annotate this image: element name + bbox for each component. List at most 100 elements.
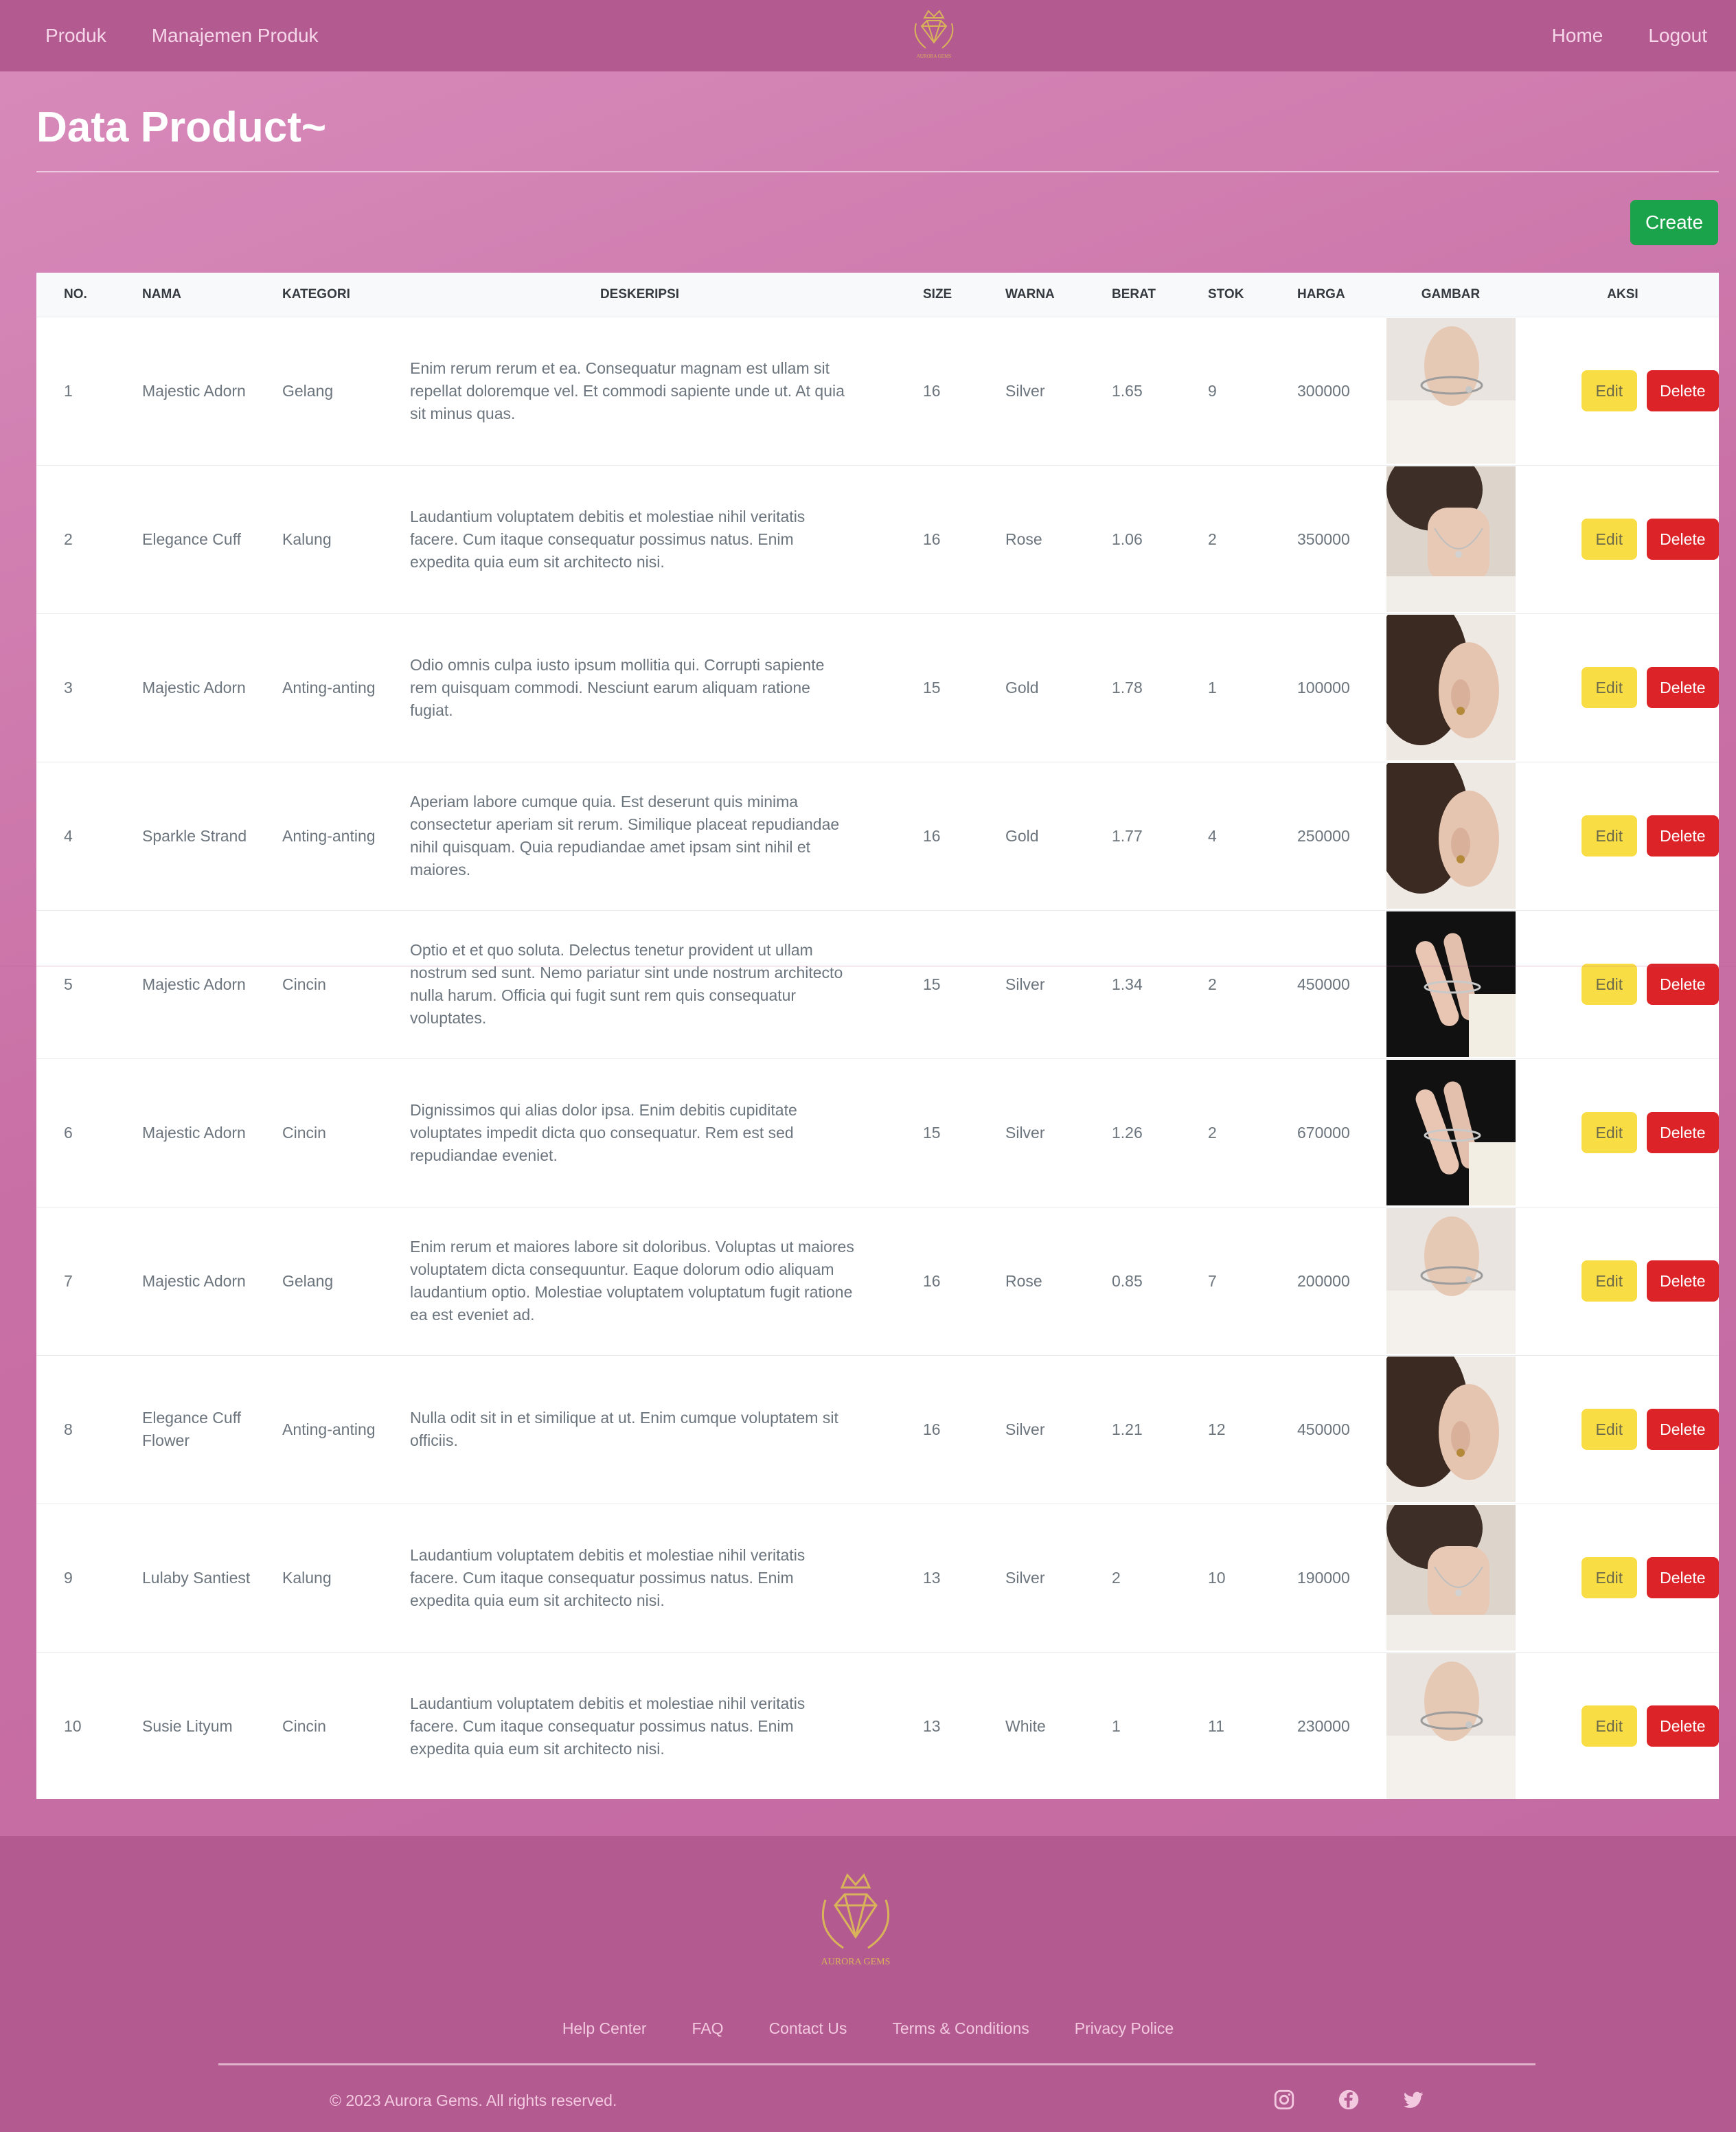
brand-logo-text: AURORA GEMS [917,54,951,59]
header-warna: WARNA [1005,286,1055,302]
delete-button[interactable]: Delete [1646,667,1719,708]
footer-link-privacy[interactable]: Privacy Police [1075,2019,1174,2038]
facebook-icon[interactable] [1337,2088,1360,2111]
edit-button[interactable]: Edit [1581,1112,1637,1153]
cell-deskripsi: Aperiam labore cumque quia. Est deserunt… [410,793,840,878]
cell-kategori: Kalung [282,530,332,548]
nav-left-group: Produk Manajemen Produk [45,0,319,71]
header-deskripsi: DESKERIPSI [599,286,680,302]
delete-button[interactable]: Delete [1646,370,1719,411]
row-actions: Edit Delete [1554,370,1719,411]
cell-deskripsi: Laudantium voluptatem debitis et molesti… [410,1694,806,1758]
edit-button[interactable]: Edit [1581,519,1637,560]
row-actions: Edit Delete [1554,1260,1719,1302]
brand-logo[interactable]: AURORA GEMS [905,3,963,66]
cell-kategori: Cincin [282,975,326,993]
header-size: SIZE [923,286,952,302]
edit-button[interactable]: Edit [1581,370,1637,411]
delete-button[interactable]: Delete [1646,1260,1719,1302]
cell-nama: Majestic Adorn [142,381,246,400]
edit-button[interactable]: Edit [1581,1409,1637,1450]
cell-nama: Majestic Adorn [142,678,246,696]
cell-size: 15 [923,678,941,696]
delete-button[interactable]: Delete [1646,1705,1719,1747]
product-image [1386,1487,1516,1651]
cell-gambar [1375,317,1527,465]
cell-stok: 2 [1208,530,1217,548]
header-harga: HARGA [1297,286,1345,302]
footer-link-faq[interactable]: FAQ [692,2019,724,2038]
cell-gambar [1375,1058,1527,1207]
cell-nama: Susie Lityum [142,1716,233,1735]
header-no: NO. [64,286,87,302]
table-row: 1 Majestic Adorn Gelang Enim rerum rerum et… [36,317,1719,465]
cell-kategori: Gelang [282,1271,334,1290]
cell-deskripsi: Enim rerum et maiores labore sit dolorib… [410,1238,854,1324]
cell-nama: Majestic Adorn [142,975,246,993]
cell-kategori: Kalung [282,1568,332,1587]
delete-button[interactable]: Delete [1646,964,1719,1005]
nav-link-logout[interactable]: Logout [1648,25,1707,47]
instagram-icon[interactable] [1272,2088,1296,2111]
create-button[interactable]: Create [1630,200,1718,245]
delete-button[interactable]: Delete [1646,815,1719,857]
cell-deskripsi: Laudantium voluptatem debitis et molesti… [410,1545,806,1609]
cell-kategori: Cincin [282,1716,326,1735]
edit-button[interactable]: Edit [1581,1557,1637,1598]
cell-nama: Majestic Adorn [142,1271,246,1290]
footer-link-help-center[interactable]: Help Center [562,2019,647,2038]
edit-button[interactable]: Edit [1581,964,1637,1005]
cell-warna: Silver [1005,975,1045,993]
edit-button[interactable]: Edit [1581,1260,1637,1302]
cell-warna: Silver [1005,381,1045,400]
twitter-icon[interactable] [1402,2088,1425,2111]
nav-link-manajemen-produk[interactable]: Manajemen Produk [152,25,319,47]
nav-link-home[interactable]: Home [1552,25,1603,47]
cell-stok: 12 [1208,1420,1226,1438]
cell-stok: 7 [1208,1271,1217,1290]
product-table: NO. NAMA KATEGORI DESKERIPSI SIZE WARNA … [36,273,1719,1800]
delete-button[interactable]: Delete [1646,1557,1719,1598]
cell-size: 13 [923,1716,941,1735]
cell-no: 7 [64,1271,73,1290]
cell-aksi: Edit Delete [1527,1355,1719,1504]
footer-links: Help Center FAQ Contact Us Terms & Condi… [0,2019,1736,2038]
row-actions: Edit Delete [1554,1112,1719,1153]
cell-deskripsi: Optio et et quo soluta. Delectus tenetur… [410,941,843,1027]
header-berat: BERAT [1112,286,1156,302]
table-body: 1 Majestic Adorn Gelang Enim rerum rerum et… [36,317,1719,1800]
cell-berat: 1.26 [1112,1123,1143,1142]
top-navbar: Produk Manajemen Produk AURORA GEMS Home… [0,0,1736,71]
footer-logo-text: AURORA GEMS [821,1957,891,1967]
cell-size: 16 [923,1420,941,1438]
nav-right-group: Home Logout [1552,0,1707,71]
cell-size: 16 [923,1271,941,1290]
row-actions: Edit Delete [1554,1557,1719,1598]
delete-button[interactable]: Delete [1646,1112,1719,1153]
cell-size: 16 [923,381,941,400]
footer-link-terms[interactable]: Terms & Conditions [892,2019,1029,2038]
product-image [1386,318,1516,464]
footer-link-contact-us[interactable]: Contact Us [769,2019,847,2038]
cell-warna: White [1005,1716,1046,1735]
cell-harga: 670000 [1297,1123,1350,1142]
cell-harga: 190000 [1297,1568,1350,1587]
cell-no: 6 [64,1123,73,1142]
cell-harga: 100000 [1297,678,1350,696]
cell-gambar [1372,742,1527,910]
row-actions: Edit Delete [1554,1705,1719,1747]
delete-button[interactable]: Delete [1646,519,1719,560]
edit-button[interactable]: Edit [1581,815,1637,857]
copyright-text: © 2023 Aurora Gems. All rights reserved. [330,2091,617,2109]
nav-link-produk[interactable]: Produk [45,25,106,47]
cell-harga: 300000 [1297,381,1350,400]
cell-stok: 4 [1208,826,1217,845]
delete-button[interactable]: Delete [1646,1409,1719,1450]
table-row: 4 Sparkle Strand Anting-anting Aperiam labo… [36,742,1719,910]
cell-harga: 450000 [1297,1420,1350,1438]
product-image [1372,1336,1516,1502]
edit-button[interactable]: Edit [1581,667,1637,708]
cell-no: 8 [64,1420,73,1438]
edit-button[interactable]: Edit [1581,1705,1637,1747]
cell-gambar [1372,1336,1527,1504]
